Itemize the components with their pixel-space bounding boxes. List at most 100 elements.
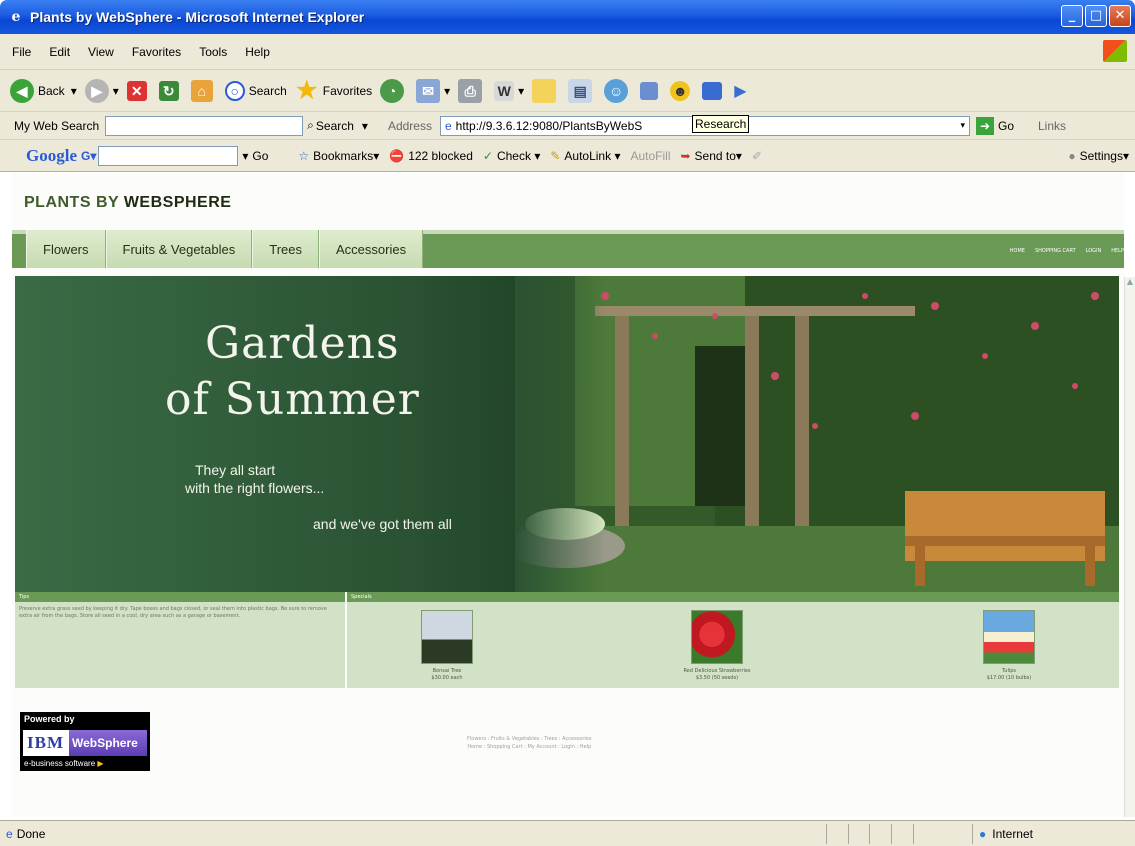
favorites-label: Favorites xyxy=(322,83,373,98)
web-search-button-label: Search xyxy=(315,118,354,133)
home-icon: ⌂ xyxy=(190,79,213,102)
menu-help[interactable]: Help xyxy=(245,45,270,59)
ebusiness-label: e-business software ▶ xyxy=(24,759,104,768)
window-title: Plants by WebSphere - Microsoft Internet… xyxy=(30,9,365,25)
tulips-thumbnail xyxy=(983,610,1035,664)
google-logo[interactable]: Google xyxy=(26,146,77,166)
sendto-button[interactable]: ➥ Send to ▾ xyxy=(680,149,741,163)
web-search-label: My Web Search xyxy=(14,118,100,133)
stop-button[interactable]: ✕ xyxy=(126,80,151,101)
google-g-icon[interactable]: G▾ xyxy=(81,149,96,163)
tab-fruits-vegetables[interactable]: Fruits & Vegetables xyxy=(105,230,253,268)
mail-icon: ✉ xyxy=(416,78,441,103)
special-price: $3.50 (50 seeds) xyxy=(695,675,739,681)
star-icon: ★ xyxy=(296,76,318,104)
garden-photo xyxy=(515,276,1119,592)
home-button[interactable]: ⌂ xyxy=(190,79,217,102)
footer-site-links[interactable]: Home : Shopping Cart : My Account : Logi… xyxy=(467,743,591,751)
tab-trees[interactable]: Trees xyxy=(252,230,319,268)
edit-button[interactable]: W ▾ xyxy=(494,80,524,101)
special-name: Bonsai Tree xyxy=(432,668,462,674)
settings-button[interactable]: ● Settings ▾ xyxy=(1068,149,1129,163)
extra-button-2[interactable]: ☻ xyxy=(670,80,694,101)
menu-favorites[interactable]: Favorites xyxy=(132,45,181,59)
go-button[interactable]: ➜ Go xyxy=(975,116,1014,135)
menu-bar: File Edit View Favorites Tools Help xyxy=(0,34,1135,70)
monitor-icon xyxy=(702,81,723,100)
history-button[interactable]: ◔ xyxy=(380,78,408,103)
page-icon: e xyxy=(444,118,452,133)
tab-flowers[interactable]: Flowers xyxy=(26,230,106,268)
link-shopping-cart[interactable]: SHOPPING CART xyxy=(1035,248,1076,254)
web-search-button[interactable]: ⌕ Search ▾ xyxy=(307,118,368,133)
check-label: Check xyxy=(496,148,531,163)
category-tabs: Flowers Fruits & Vegetables Trees Access… xyxy=(26,230,424,268)
link-home[interactable]: HOME xyxy=(1010,248,1025,254)
mail-button[interactable]: ✉ ▾ xyxy=(416,78,450,103)
research-tooltip: Research xyxy=(692,115,750,133)
go-label: Go xyxy=(997,118,1014,133)
close-button[interactable]: ✕ xyxy=(1109,5,1131,27)
tab-accessories[interactable]: Accessories xyxy=(319,230,424,268)
spellcheck-button[interactable]: ✓ Check ▾ xyxy=(483,149,540,163)
menu-edit[interactable]: Edit xyxy=(49,45,70,59)
discuss-button[interactable] xyxy=(532,78,560,103)
go-arrow-icon: ➜ xyxy=(975,116,994,135)
google-toolbar: Google G▾ ▾ Go ☆ Bookmarks ▾ ⛔ 122 blocke… xyxy=(0,140,1135,172)
print-button[interactable]: ⎙ xyxy=(458,78,486,103)
sendto-label: Send to xyxy=(694,148,736,163)
special-item-tulips[interactable]: Tulips $17.00 (10 bulbs) xyxy=(939,610,1079,682)
maximize-button[interactable]: □ xyxy=(1085,5,1107,27)
google-go-button[interactable]: Go xyxy=(252,149,268,163)
menu-tools[interactable]: Tools xyxy=(199,45,227,59)
footer-category-links[interactable]: Flowers : Fruits & Vegetables : Trees : … xyxy=(467,735,591,743)
hero-banner[interactable]: Gardens of Summer They all start with th… xyxy=(15,276,1119,592)
ie-icon: e xyxy=(11,9,21,25)
special-item-strawberries[interactable]: Red Delicious Strawberries $3.50 (50 see… xyxy=(647,610,787,682)
favorites-button[interactable]: ★ Favorites xyxy=(295,76,373,104)
magnifier-icon: ○ xyxy=(224,80,245,101)
link-help[interactable]: HELP xyxy=(1111,248,1124,254)
link-login[interactable]: LOGIN xyxy=(1086,248,1102,254)
google-search-input[interactable] xyxy=(98,145,239,166)
popup-blocker-button[interactable]: ⛔ 122 blocked xyxy=(389,149,473,163)
bookmarks-button[interactable]: ☆ Bookmarks ▾ xyxy=(298,149,379,163)
extra-button-1[interactable] xyxy=(640,81,662,100)
window-icon xyxy=(640,81,659,100)
stop-icon: ✕ xyxy=(126,80,147,101)
forward-button[interactable]: ▶ ▾ xyxy=(84,78,119,103)
messenger-button[interactable]: ☺ xyxy=(604,78,632,103)
scroll-up-icon[interactable]: ▲ xyxy=(1125,277,1135,291)
google-dropdown-icon[interactable]: ▾ xyxy=(242,149,248,163)
site-logo[interactable]: PLANTS BY WEBSPHERE xyxy=(24,194,231,212)
highlighter-icon[interactable]: ✐ xyxy=(752,149,762,163)
address-dropdown-icon[interactable]: ▾ xyxy=(960,120,965,131)
back-button[interactable]: ◀ Back ▾ xyxy=(10,78,77,103)
search-button[interactable]: ○ Search xyxy=(224,80,287,101)
tips-heading: Tips xyxy=(15,592,345,602)
ibm-websphere-logo: IBM WebSphere xyxy=(23,730,147,756)
web-search-input[interactable] xyxy=(105,115,304,136)
vertical-scrollbar[interactable]: ▲ xyxy=(1124,277,1135,817)
extra-button-4[interactable]: ▶ xyxy=(734,81,746,101)
bookmark-star-icon: ☆ xyxy=(298,148,310,163)
security-zone: ● Internet xyxy=(972,823,1135,844)
minimize-button[interactable]: _ xyxy=(1061,5,1083,27)
websphere-badge[interactable]: Powered by IBM WebSphere e-business soft… xyxy=(20,712,150,771)
menu-file[interactable]: File xyxy=(12,45,31,59)
autolink-button[interactable]: ✎ AutoLink ▾ xyxy=(550,149,620,163)
autofill-button[interactable]: AutoFill xyxy=(630,149,670,163)
menu-view[interactable]: View xyxy=(88,45,114,59)
refresh-button[interactable]: ↻ xyxy=(158,80,183,101)
back-label: Back xyxy=(38,83,65,98)
folder-icon xyxy=(532,78,557,103)
hero-title-line1: Gardens xyxy=(205,318,400,369)
specials-heading: Specials xyxy=(347,592,1119,602)
settings-icon: ● xyxy=(1068,148,1076,163)
links-button[interactable]: Links xyxy=(1038,119,1066,133)
extra-button-3[interactable] xyxy=(702,81,726,100)
address-bar: My Web Search ⌕ Search ▾ Address e http:… xyxy=(0,112,1135,140)
research-button[interactable]: ▤ xyxy=(568,78,596,103)
footer-links: Flowers : Fruits & Vegetables : Trees : … xyxy=(467,735,591,751)
special-item-bonsai[interactable]: Bonsai Tree $30.00 each xyxy=(377,610,517,682)
